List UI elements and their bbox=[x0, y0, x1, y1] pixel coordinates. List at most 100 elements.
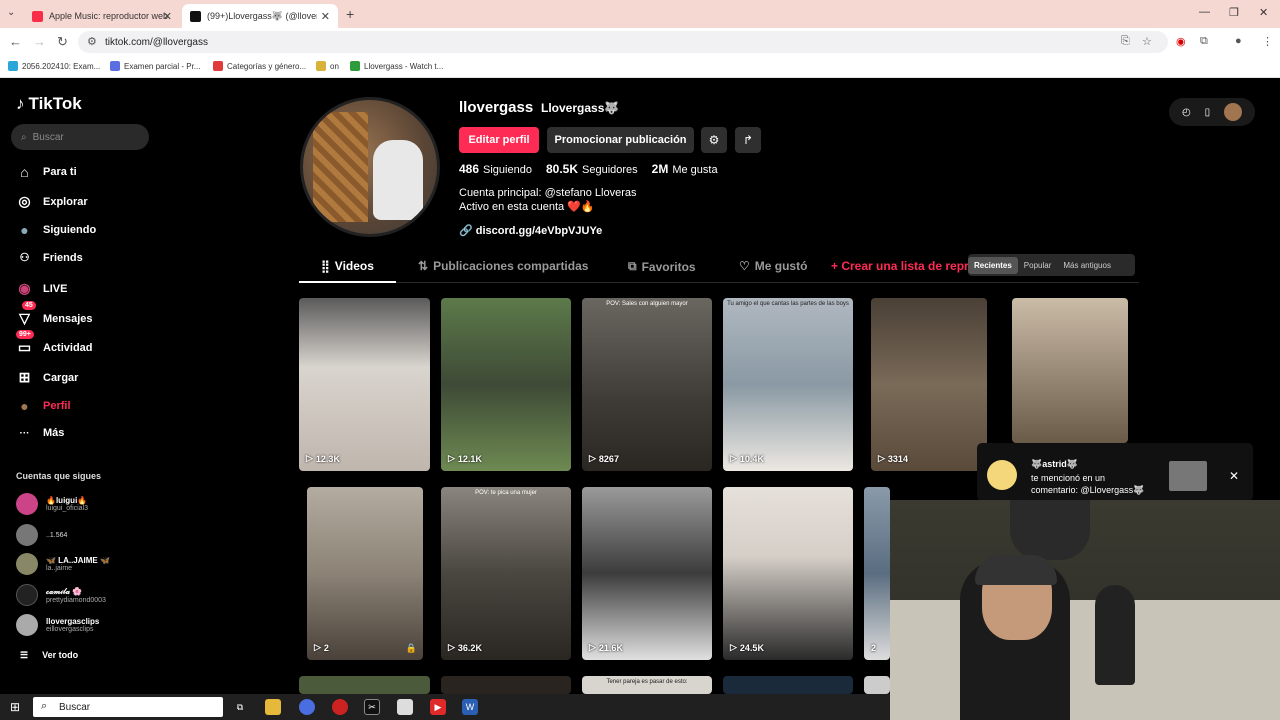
close-icon[interactable]: ✕ bbox=[1229, 469, 1239, 483]
site-info-icon[interactable]: ⚙ bbox=[87, 35, 97, 48]
coin-icon[interactable]: ◴ bbox=[1182, 107, 1191, 118]
live-icon: ◉ bbox=[18, 280, 31, 296]
video-thumbnail[interactable] bbox=[299, 676, 430, 694]
video-thumbnail[interactable] bbox=[1012, 298, 1128, 443]
following-account[interactable]: 🔥luigui🔥 luigui_oficial3 bbox=[16, 493, 88, 515]
opera-extension-icon[interactable]: ◉ bbox=[1176, 35, 1186, 48]
sidebar-item-mensajes[interactable]: ▽ Mensajes 45 bbox=[16, 301, 93, 327]
reload-icon[interactable]: ↻ bbox=[57, 34, 68, 50]
following-account[interactable]: llovergasclips eillovergasclips bbox=[16, 614, 99, 636]
following-account[interactable]: 🦋 LA..JAIME 🦋 la..jaime bbox=[16, 553, 110, 575]
avatar bbox=[16, 584, 38, 606]
sidebar-item-friends[interactable]: ⚇ Friends bbox=[16, 251, 83, 265]
sidebar-item-cargar[interactable]: ⊞ Cargar bbox=[16, 369, 79, 386]
browser-tab-apple-music[interactable]: Apple Music: reproductor web ✕ bbox=[24, 4, 180, 28]
capcut-icon[interactable]: ✂ bbox=[364, 699, 380, 715]
video-thumbnail[interactable] bbox=[441, 676, 571, 694]
sidebar-item-para-ti[interactable]: ⌂ Para ti bbox=[16, 164, 76, 180]
play-icon: ▷ bbox=[589, 642, 596, 652]
windows-start-icon[interactable]: ⊞ bbox=[10, 700, 20, 714]
file-explorer-icon[interactable] bbox=[265, 699, 281, 715]
video-thumbnail[interactable]: 2 bbox=[864, 487, 890, 660]
task-view-icon[interactable]: ⧉ bbox=[232, 699, 248, 715]
likes-stat: 2M Me gusta bbox=[651, 162, 718, 176]
video-thumbnail[interactable]: POV: te pica una mujer ▷ 36.2K bbox=[441, 487, 571, 660]
bookmark-item[interactable]: Examen parcial - Pr... bbox=[110, 61, 200, 71]
extensions-icon[interactable]: ⧉ bbox=[1200, 35, 1208, 48]
tab-liked[interactable]: ♡ Me gustó bbox=[739, 259, 807, 273]
sidebar-item-actividad[interactable]: ▭ Actividad 99+ bbox=[16, 330, 93, 356]
mention-notification[interactable]: 🐺astrid🐺 te mencionó en un comentario: @… bbox=[977, 443, 1253, 501]
tab-favorites[interactable]: ⧉ Favoritos bbox=[628, 259, 696, 274]
following-stat[interactable]: 486 Siguiendo bbox=[459, 162, 532, 176]
bookmark-favicon-icon bbox=[213, 61, 223, 71]
new-tab-icon[interactable]: + bbox=[346, 6, 354, 22]
video-thumbnail[interactable]: ▷ 12.3K bbox=[299, 298, 430, 471]
video-thumbnail[interactable]: ▷ 24.5K bbox=[723, 487, 853, 660]
bookmark-item[interactable]: on bbox=[316, 61, 339, 71]
back-icon[interactable]: ← bbox=[9, 34, 22, 49]
followers-stat[interactable]: 80.5K Seguidores bbox=[546, 162, 638, 176]
sidebar-item-mas[interactable]: ··· Más bbox=[16, 427, 65, 439]
video-thumbnail[interactable]: ▷ 12.1K bbox=[441, 298, 571, 471]
restore-icon[interactable]: ❐ bbox=[1229, 6, 1239, 19]
tiktok-logo[interactable]: ♪ TikTok bbox=[16, 94, 82, 114]
close-tab-icon[interactable]: ✕ bbox=[321, 10, 330, 23]
sidebar-item-live[interactable]: ◉ LIVE bbox=[16, 280, 67, 297]
bookmark-item[interactable]: Llovergass - Watch t... bbox=[350, 61, 443, 71]
profile-link[interactable]: 🔗 discord.gg/4eVbpVJUYe bbox=[459, 224, 602, 237]
video-thumbnail[interactable] bbox=[864, 676, 890, 694]
app-icon[interactable]: ▶ bbox=[430, 699, 446, 715]
user-avatar-icon[interactable] bbox=[1224, 103, 1243, 121]
window-close-icon[interactable]: ✕ bbox=[1259, 6, 1268, 19]
video-thumbnail[interactable]: ▷ 21.6K bbox=[582, 487, 712, 660]
opera-icon[interactable] bbox=[332, 699, 348, 715]
tab-search-icon[interactable]: ⌄ bbox=[7, 7, 15, 18]
bookmark-favicon-icon bbox=[8, 61, 18, 71]
device-icon[interactable]: ▯ bbox=[1205, 107, 1211, 118]
sidebar-item-perfil[interactable]: ● Perfil bbox=[16, 398, 70, 414]
settings-gear-icon[interactable]: ⚙ bbox=[701, 127, 727, 153]
tab-videos[interactable]: ⣿ Videos bbox=[321, 259, 374, 273]
notepad-icon[interactable] bbox=[397, 699, 413, 715]
see-all-button[interactable]: ☰ Ver todo bbox=[20, 650, 78, 661]
close-tab-icon[interactable]: ✕ bbox=[163, 10, 172, 23]
forward-icon[interactable]: → bbox=[33, 34, 46, 49]
sort-oldest-button[interactable]: Más antiguos bbox=[1057, 257, 1117, 274]
sidebar-item-siguiendo[interactable]: ● Siguiendo bbox=[16, 222, 96, 238]
sort-recent-button[interactable]: Recientes bbox=[968, 256, 1018, 274]
url-field[interactable]: ⚙ tiktok.com/@llovergass bbox=[78, 31, 1168, 53]
profile-icon[interactable]: ● bbox=[1235, 35, 1242, 47]
bookmark-item[interactable]: Categorías y género... bbox=[213, 61, 306, 71]
browser-tab-tiktok[interactable]: (99+)Llovergass🐺 (@llovergass) ✕ bbox=[182, 4, 338, 28]
sort-popular-button[interactable]: Popular bbox=[1018, 257, 1058, 274]
following-account[interactable]: 𝒸𝒶𝓂𝒾𝓁𝒶 🌸 prettydiamond0003 bbox=[16, 584, 106, 606]
video-thumbnail[interactable]: POV: Sales con alguien mayor ▷ 8267 bbox=[582, 298, 712, 471]
tab-reposts[interactable]: ⇅ Publicaciones compartidas bbox=[418, 259, 588, 273]
bookmark-favicon-icon bbox=[350, 61, 360, 71]
video-thumbnail[interactable]: ▷ 2 🔒 bbox=[307, 487, 423, 660]
word-icon[interactable]: W bbox=[462, 699, 478, 715]
minimize-icon[interactable]: — bbox=[1199, 6, 1210, 18]
sidebar-item-explorar[interactable]: ◎ Explorar bbox=[16, 193, 87, 210]
search-input[interactable]: ⌕ Buscar bbox=[11, 124, 149, 150]
chrome-icon[interactable] bbox=[299, 699, 315, 715]
video-thumbnail[interactable]: Tu amigo el que cantas las partes de las… bbox=[723, 298, 853, 471]
bookmark-item[interactable]: 2056.202410: Exam... bbox=[8, 61, 100, 71]
menu-icon[interactable]: ⋮ bbox=[1262, 35, 1273, 48]
video-thumbnail[interactable]: Tener pareja es pasar de esto: bbox=[582, 676, 712, 694]
create-playlist-button[interactable]: + Crear una lista de reproducción bbox=[831, 259, 971, 273]
taskbar-search-input[interactable]: ⌕ Buscar bbox=[33, 697, 223, 717]
video-thumbnail[interactable]: ▷ 3314 bbox=[871, 298, 987, 471]
share-icon[interactable]: ↱ bbox=[735, 127, 761, 153]
edit-profile-button[interactable]: Editar perfil bbox=[459, 127, 539, 153]
following-account[interactable]: ..1.564 bbox=[16, 524, 67, 546]
install-app-icon[interactable]: ⎘ bbox=[1121, 35, 1130, 48]
repost-icon: ⇅ bbox=[418, 259, 429, 273]
video-thumbnail[interactable] bbox=[723, 676, 853, 694]
profile-avatar[interactable] bbox=[300, 97, 440, 237]
bookmark-star-icon[interactable]: ☆ bbox=[1142, 35, 1152, 48]
compass-icon: ◎ bbox=[18, 193, 31, 209]
promote-post-button[interactable]: Promocionar publicación bbox=[547, 127, 694, 153]
tiktok-sidebar: ♪ TikTok ⌕ Buscar ⌂ Para ti ◎ Explorar ● Si… bbox=[0, 80, 160, 694]
